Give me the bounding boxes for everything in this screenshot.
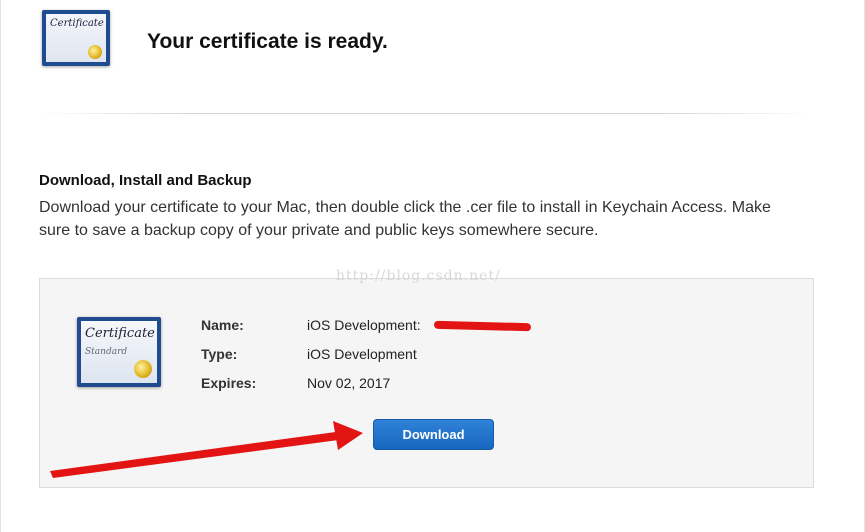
type-value: iOS Development: [307, 346, 417, 362]
section-description: Download your certificate to your Mac, t…: [39, 199, 771, 239]
name-value: iOS Development:: [307, 317, 421, 333]
certificate-icon-text: Certificate: [50, 18, 104, 29]
certificate-card: Certificate Standard Name: iOS Developme…: [39, 278, 814, 488]
section-heading: Download, Install and Backup: [39, 172, 252, 189]
header-divider: [38, 113, 815, 114]
seal-icon: [88, 45, 102, 59]
type-label: Type:: [201, 346, 238, 362]
watermark: http://blog.csdn.net/: [336, 268, 501, 284]
name-label: Name:: [201, 317, 244, 333]
certificate-icon: Certificate: [42, 10, 110, 66]
certificate-icon-title: Certificate: [85, 326, 155, 341]
page-title: Your certificate is ready.: [147, 30, 388, 53]
expires-value: Nov 02, 2017: [307, 375, 391, 391]
download-button[interactable]: Download: [373, 419, 494, 450]
gold-seal-icon: [134, 360, 152, 378]
certificate-icon-subtitle: Standard: [85, 347, 128, 357]
name-redaction-mark: [433, 320, 532, 332]
expires-label: Expires:: [201, 375, 257, 391]
frame-left-edge: [0, 0, 1, 532]
certificate-standard-icon: Certificate Standard: [77, 317, 161, 387]
